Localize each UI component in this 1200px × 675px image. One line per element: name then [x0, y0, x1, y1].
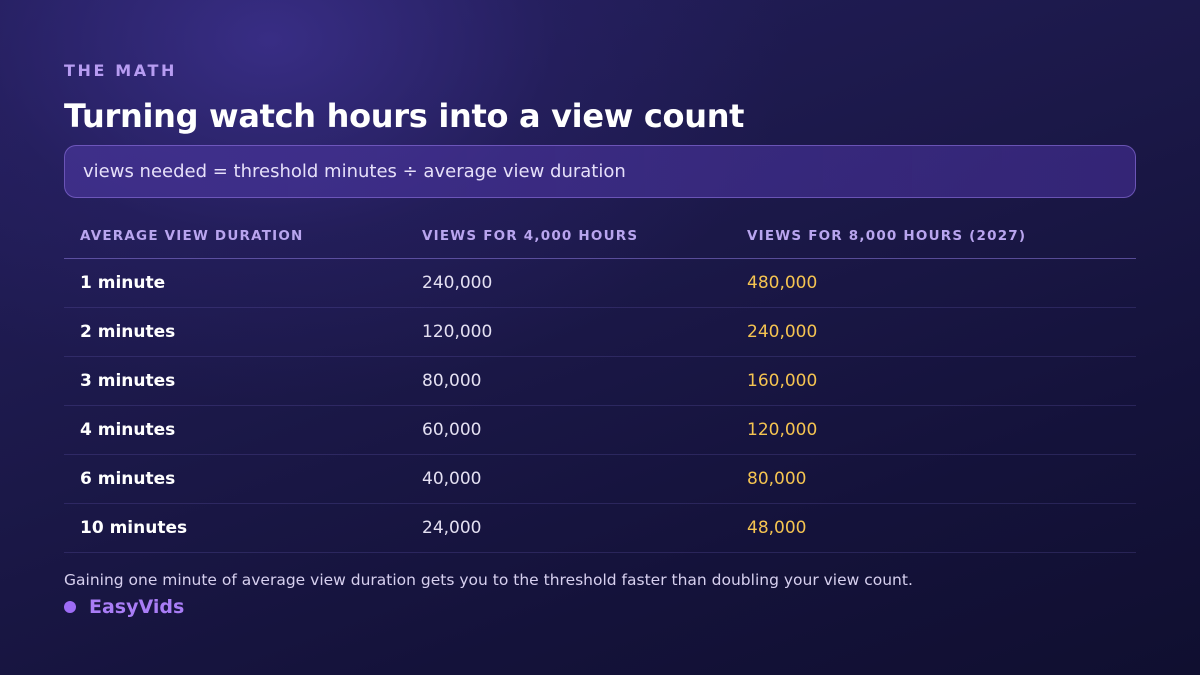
views-4000-cell: 120,000 — [406, 307, 731, 357]
views-4000-cell: 40,000 — [406, 454, 731, 504]
views-8000-cell: 240,000 — [731, 307, 1136, 357]
views-4000-cell: 80,000 — [406, 356, 731, 406]
duration-cell: 10 minutes — [64, 503, 406, 553]
table-header-row: AVERAGE VIEW DURATION VIEWS FOR 4,000 HO… — [64, 214, 1136, 259]
formula-box: views needed = threshold minutes ÷ avera… — [64, 145, 1136, 198]
slide: THE MATH Turning watch hours into a view… — [0, 0, 1200, 675]
table-row: 2 minutes 120,000 240,000 — [64, 307, 1136, 357]
duration-cell: 6 minutes — [64, 454, 406, 504]
views-table: AVERAGE VIEW DURATION VIEWS FOR 4,000 HO… — [64, 214, 1136, 553]
views-8000-cell: 80,000 — [731, 454, 1136, 504]
column-header-views-4000: VIEWS FOR 4,000 HOURS — [406, 214, 731, 259]
dot-icon — [64, 601, 76, 613]
brand-logo: EasyVids — [64, 596, 184, 618]
views-8000-cell: 120,000 — [731, 405, 1136, 455]
views-4000-cell: 60,000 — [406, 405, 731, 455]
table-row: 6 minutes 40,000 80,000 — [64, 454, 1136, 504]
eyebrow-label: THE MATH — [64, 61, 177, 80]
views-8000-cell: 160,000 — [731, 356, 1136, 406]
formula-text: views needed = threshold minutes ÷ avera… — [83, 161, 626, 182]
duration-cell: 2 minutes — [64, 307, 406, 357]
table-row: 1 minute 240,000 480,000 — [64, 258, 1136, 308]
table-row: 3 minutes 80,000 160,000 — [64, 356, 1136, 406]
column-header-duration: AVERAGE VIEW DURATION — [64, 214, 406, 259]
column-header-views-8000: VIEWS FOR 8,000 HOURS (2027) — [731, 214, 1136, 259]
views-4000-cell: 24,000 — [406, 503, 731, 553]
duration-cell: 1 minute — [64, 258, 406, 308]
views-8000-cell: 480,000 — [731, 258, 1136, 308]
page-title: Turning watch hours into a view count — [64, 97, 745, 135]
brand-name: EasyVids — [89, 596, 185, 618]
views-4000-cell: 240,000 — [406, 258, 731, 308]
duration-cell: 4 minutes — [64, 405, 406, 455]
views-8000-cell: 48,000 — [731, 503, 1136, 553]
footnote: Gaining one minute of average view durat… — [64, 571, 913, 589]
table-row: 4 minutes 60,000 120,000 — [64, 405, 1136, 455]
duration-cell: 3 minutes — [64, 356, 406, 406]
table-row: 10 minutes 24,000 48,000 — [64, 503, 1136, 553]
